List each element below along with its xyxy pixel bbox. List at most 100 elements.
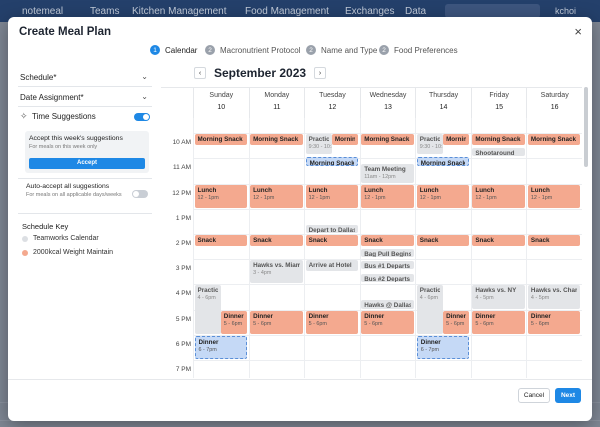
calendar-event[interactable]: Team Meeting 11am - 12pm <box>361 164 414 183</box>
event-time: 4 - 6pm <box>419 295 439 302</box>
step-macronutrient[interactable]: 2 Macronutrient Protocol <box>205 45 300 55</box>
event-name: Hawks vs. NY <box>475 287 517 295</box>
meal-event[interactable]: Lunch 12 - 1pm <box>305 184 359 208</box>
day-name: Thursday <box>428 92 459 99</box>
event-time: 12 - 1pm <box>308 194 330 201</box>
calendar-event[interactable]: Hawks @ Dallas <box>361 300 414 309</box>
cancel-button[interactable]: Cancel <box>518 388 550 403</box>
meal-event[interactable]: Lunch 12 - 1pm <box>416 184 470 208</box>
event-name: Morning <box>446 136 466 144</box>
meal-event[interactable]: Snack <box>527 234 581 246</box>
key-label: 2000kcal Weight Maintain <box>33 249 114 256</box>
nav-item-exchanges[interactable]: Exchanges <box>345 6 394 17</box>
step-food-preferences[interactable]: 2 Food Preferences <box>379 45 458 55</box>
day-column-line <box>193 118 194 378</box>
day-header: Sunday 10 <box>193 88 249 118</box>
meal-event[interactable]: Dinner 5 - 6pm <box>305 310 359 334</box>
calendar-event[interactable]: Practice9:30 - 10:30am <box>305 134 333 154</box>
meal-event[interactable]: Morning <box>443 134 470 145</box>
meal-event[interactable]: Morning Snack <box>361 134 414 145</box>
event-time: 5 - 6pm <box>475 320 494 327</box>
date-assignment-accordion[interactable]: Date Assignment* ⌄ <box>18 89 152 107</box>
suggested-meal-event[interactable]: Morning Snack <box>305 156 359 167</box>
accept-button[interactable]: Accept <box>29 158 145 169</box>
calendar-event[interactable]: Bag Pull Begins <box>361 248 414 257</box>
meal-event[interactable]: Snack <box>416 234 470 246</box>
schedule-key-title: Schedule Key <box>22 222 69 231</box>
calendar-event[interactable]: Practice4 - 6pm <box>194 285 222 334</box>
calendar-header: ‹ September 2023 › <box>194 65 327 81</box>
suggested-meal-event[interactable]: Dinner 6 - 7pm <box>194 335 248 359</box>
day-column-line <box>470 118 472 378</box>
calendar-event[interactable]: Depart to Dallas <box>305 224 359 233</box>
meal-event[interactable]: Snack <box>250 234 303 246</box>
calendar-event[interactable]: Hawks vs. NY 4 - 5pm <box>472 285 525 309</box>
calendar-event[interactable]: Arrive at Hotel <box>305 260 359 271</box>
calendar-event[interactable]: Bus #1 Departs <box>361 261 414 270</box>
auto-accept-toggle[interactable] <box>132 190 148 198</box>
meal-event[interactable]: Dinner 5 - 6pm <box>220 310 248 334</box>
app-search-input[interactable] <box>445 4 540 18</box>
day-column-line <box>359 118 361 378</box>
event-time: 9:30 - 10:30 <box>419 144 444 151</box>
nav-item-teams[interactable]: Teams <box>90 6 119 17</box>
next-week-button[interactable]: › <box>314 67 327 79</box>
meal-event[interactable]: Lunch 12 - 1pm <box>361 184 414 208</box>
nav-item-data[interactable]: Data <box>405 6 426 17</box>
meal-event[interactable]: Lunch 12 - 1pm <box>250 184 303 208</box>
meal-event[interactable]: Dinner 5 - 6pm <box>250 310 303 334</box>
day-header: Thursday 14 <box>415 88 471 118</box>
meal-event[interactable]: Morning Snack <box>472 134 525 145</box>
key-item-meal-plan: 2000kcal Weight Maintain <box>22 249 113 256</box>
meal-event[interactable]: Dinner 5 - 6pm <box>527 310 581 334</box>
calendar-event[interactable]: Practice9:30 - 10:30 <box>416 134 444 154</box>
event-name: Dinner <box>364 312 385 320</box>
event-name: Hawks @ Dallas <box>364 302 411 309</box>
meal-event[interactable]: Lunch 12 - 1pm <box>472 184 525 208</box>
close-icon[interactable]: × <box>574 24 582 39</box>
schedule-accordion[interactable]: Schedule* ⌄ <box>18 69 152 87</box>
calendar-event[interactable]: Shootaround <box>472 147 525 157</box>
event-time: 5 - 6pm <box>223 320 243 327</box>
time-label: 10 AM <box>172 139 191 147</box>
calendar-event[interactable]: Hawks vs. Miami 3 - 4pm <box>250 260 303 284</box>
day-name: Monday <box>264 92 290 99</box>
meal-event[interactable]: Dinner 5 - 6pm <box>361 310 414 334</box>
next-button[interactable]: Next <box>555 388 581 403</box>
meal-event[interactable]: Snack <box>194 234 248 246</box>
auto-accept-title: Auto-accept all suggestions <box>26 183 110 190</box>
meal-event[interactable]: Morning Snack <box>194 134 248 145</box>
suggested-meal-event[interactable]: Dinner 6 - 7pm <box>416 335 470 359</box>
meal-event[interactable]: Dinner 5 - 6pm <box>443 310 470 334</box>
create-meal-plan-modal: Create Meal Plan × 1 Calendar 2 Macronut… <box>8 17 592 421</box>
time-suggestions-row: ✧ Time Suggestions <box>18 111 152 125</box>
calendar-event[interactable]: Hawks vs. Charlotte4 - 5pm <box>527 285 581 309</box>
user-name[interactable]: kchoi <box>555 6 576 16</box>
time-suggestions-toggle[interactable] <box>134 113 150 121</box>
prev-week-button[interactable]: ‹ <box>194 67 206 79</box>
meal-event[interactable]: Dinner 5 - 6pm <box>472 310 525 334</box>
nav-item-kitchen[interactable]: Kitchen Management <box>132 6 227 17</box>
step-name-type[interactable]: 2 Name and Type <box>306 45 377 55</box>
day-date: 15 <box>495 104 504 111</box>
event-name: Practice <box>419 136 441 144</box>
meal-event[interactable]: Snack <box>361 234 414 246</box>
event-time: 4 - 5pm <box>475 295 494 302</box>
suggested-meal-event[interactable]: Morning Snack <box>416 156 470 167</box>
meal-event[interactable]: Morning Snack <box>527 134 581 145</box>
meal-event[interactable]: Snack <box>305 234 359 246</box>
day-date: 12 <box>328 104 337 111</box>
calendar-event[interactable]: Practice4 - 6pm <box>416 285 444 334</box>
meal-event[interactable]: Lunch 12 - 1pm <box>527 184 581 208</box>
meal-event[interactable]: Morning <box>331 134 359 145</box>
calendar-scrollbar[interactable] <box>584 87 588 167</box>
event-name: Lunch <box>475 186 495 194</box>
calendar-event[interactable]: Bus #2 Departs <box>361 273 414 283</box>
meal-event[interactable]: Morning Snack <box>250 134 303 145</box>
day-header: Monday 11 <box>248 88 305 118</box>
meal-event[interactable]: Snack <box>472 234 525 246</box>
meal-event[interactable]: Lunch 12 - 1pm <box>194 184 248 208</box>
nav-item-food[interactable]: Food Management <box>245 6 329 17</box>
day-name: Friday <box>489 92 509 99</box>
step-calendar[interactable]: 1 Calendar <box>150 45 197 55</box>
